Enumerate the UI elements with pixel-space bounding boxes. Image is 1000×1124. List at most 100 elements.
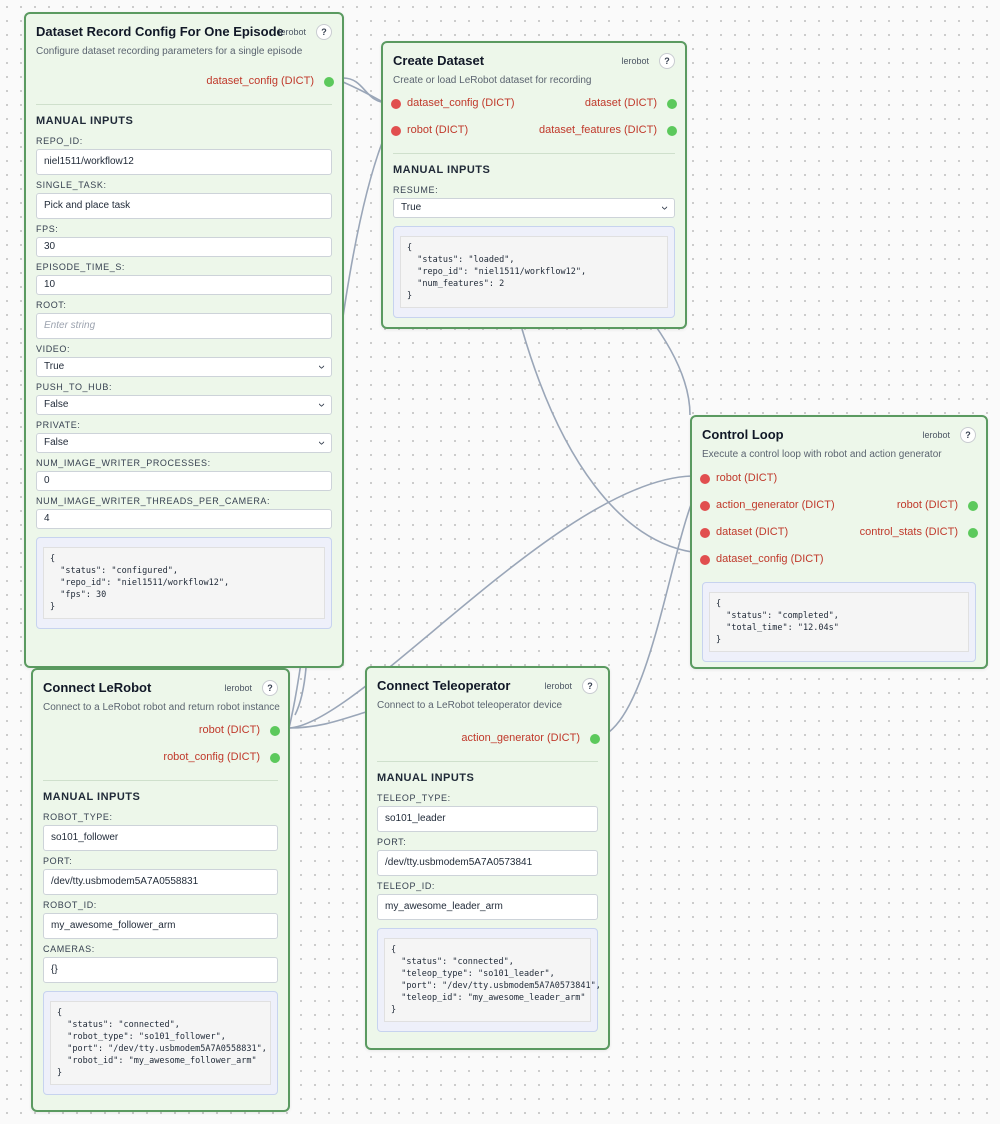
output-port-dot[interactable] (270, 753, 280, 763)
cameras-label: CAMERAS: (43, 944, 95, 954)
node-tag: lerobot (922, 430, 950, 440)
port-label: action_generator (DICT) (461, 732, 580, 744)
fps-label: FPS: (36, 224, 59, 234)
node-dataset-record-config[interactable]: Dataset Record Config For One Episode le… (24, 12, 344, 668)
input-port-dot-dataset-config[interactable] (391, 99, 401, 109)
result-json: { "status": "connected", "teleop_type": … (384, 938, 601, 1022)
node-tag: lerobot (224, 683, 252, 693)
port-row-dataset: dataset (DICT) control_stats (DICT) (692, 520, 986, 547)
node-tag: lerobot (621, 56, 649, 66)
node-control-loop[interactable]: Control Loop lerobot ? Execute a control… (690, 415, 988, 669)
robot-id-input[interactable]: my_awesome_follower_arm (43, 913, 278, 939)
help-icon[interactable]: ? (316, 24, 332, 40)
node-tag: lerobot (278, 27, 306, 37)
robot-id-label: ROBOT_ID: (43, 900, 97, 910)
output-port-dot[interactable] (324, 77, 334, 87)
node-description: Connect to a LeRobot robot and return ro… (43, 702, 280, 713)
num-image-writer-processes-label: NUM_IMAGE_WRITER_PROCESSES: (36, 458, 211, 468)
root-label: ROOT: (36, 300, 67, 310)
node-connect-teleoperator[interactable]: Connect Teleoperator lerobot ? Connect t… (365, 666, 610, 1050)
resume-label: RESUME: (393, 185, 439, 195)
port-row-robot: robot (DICT) (692, 466, 986, 493)
robot-type-label: ROBOT_TYPE: (43, 812, 113, 822)
port-input[interactable]: /dev/tty.usbmodem5A7A0558831 (43, 869, 278, 895)
manual-inputs-heading: MANUAL INPUTS (377, 772, 475, 784)
robot-type-input[interactable]: so101_follower (43, 825, 278, 851)
input-port-label: dataset_config (DICT) (716, 553, 824, 565)
result-panel: { "status": "completed", "total_time": "… (702, 582, 976, 662)
node-connect-lerobot[interactable]: Connect LeRobot lerobot ? Connect to a L… (31, 668, 290, 1112)
teleop-type-label: TELEOP_TYPE: (377, 793, 451, 803)
manual-inputs-heading: MANUAL INPUTS (36, 115, 134, 127)
help-icon[interactable]: ? (659, 53, 675, 69)
repo-id-input[interactable]: niel1511/workflow12 (36, 149, 332, 175)
port-input[interactable]: /dev/tty.usbmodem5A7A0573841 (377, 850, 598, 876)
result-panel: { "status": "configured", "repo_id": "ni… (36, 537, 332, 629)
help-icon[interactable]: ? (582, 678, 598, 694)
result-json: { "status": "loaded", "repo_id": "niel15… (400, 236, 668, 308)
input-port-dot-robot[interactable] (700, 474, 710, 484)
input-port-label: dataset_config (DICT) (407, 97, 515, 109)
episode-time-input[interactable]: 10 (36, 275, 332, 295)
output-port-label: dataset (DICT) (584, 97, 657, 109)
result-panel: { "status": "connected", "teleop_type": … (377, 928, 601, 1032)
cameras-input[interactable]: {} (43, 957, 278, 983)
video-select[interactable]: True (36, 357, 332, 377)
output-port-dot-robot[interactable] (968, 501, 978, 511)
root-input[interactable]: Enter string (36, 313, 332, 339)
resume-select[interactable]: True (393, 198, 675, 218)
edge-config-to-lerobot[interactable] (294, 667, 307, 716)
num-image-writer-threads-input[interactable]: 4 (36, 509, 332, 529)
num-image-writer-threads-label: NUM_IMAGE_WRITER_THREADS_PER_CAMERA: (36, 496, 271, 506)
result-panel: { "status": "loaded", "repo_id": "niel15… (393, 226, 675, 318)
output-port-label: dataset_features (DICT) (539, 124, 657, 136)
output-port-robot[interactable]: robot (DICT) (33, 718, 288, 745)
episode-time-label: EPISODE_TIME_S: (36, 262, 126, 272)
result-json: { "status": "configured", "repo_id": "ni… (43, 547, 325, 619)
output-port-dot-control-stats[interactable] (968, 528, 978, 538)
edge-action-generator-to-control-loop[interactable] (608, 501, 693, 733)
input-port-dot-dataset[interactable] (700, 528, 710, 538)
output-port-dot[interactable] (270, 726, 280, 736)
single-task-input[interactable]: Pick and place task (36, 193, 332, 219)
video-label: VIDEO: (36, 344, 71, 354)
push-to-hub-label: PUSH_TO_HUB: (36, 382, 113, 392)
private-select[interactable]: False (36, 433, 332, 453)
output-port-label: robot (DICT) (896, 499, 958, 511)
input-port-label: robot (DICT) (716, 472, 778, 484)
output-port-dataset-config[interactable]: dataset_config (DICT) (26, 69, 342, 96)
output-port-dot-dataset[interactable] (667, 99, 677, 109)
node-create-dataset[interactable]: Create Dataset lerobot ? Create or load … (381, 41, 687, 329)
output-port-robot-config[interactable]: robot_config (DICT) (33, 745, 288, 772)
port-label: robot_config (DICT) (163, 751, 260, 763)
teleop-id-label: TELEOP_ID: (377, 881, 436, 891)
fps-input[interactable]: 30 (36, 237, 332, 257)
input-port-dot-robot[interactable] (391, 126, 401, 136)
edge-robot-to-teleop-side[interactable] (288, 711, 367, 729)
help-icon[interactable]: ? (960, 427, 976, 443)
port-label: PORT: (43, 856, 73, 866)
manual-inputs-heading: MANUAL INPUTS (393, 164, 491, 176)
push-to-hub-select[interactable]: False (36, 395, 332, 415)
output-port-action-generator[interactable]: action_generator (DICT) (367, 726, 608, 753)
output-port-dot[interactable] (590, 734, 600, 744)
output-port-dot-dataset-features[interactable] (667, 126, 677, 136)
result-json: { "status": "completed", "total_time": "… (709, 592, 969, 652)
result-panel: { "status": "connected", "robot_type": "… (43, 991, 278, 1095)
node-tag: lerobot (544, 681, 572, 691)
private-label: PRIVATE: (36, 420, 81, 430)
edge-dataset-to-control-loop[interactable] (521, 328, 693, 553)
port-label: robot (DICT) (198, 724, 260, 736)
node-description: Connect to a LeRobot teleoperator device (377, 700, 563, 711)
port-row-action-generator: action_generator (DICT) robot (DICT) (692, 493, 986, 520)
help-icon[interactable]: ? (262, 680, 278, 696)
num-image-writer-processes-input[interactable]: 0 (36, 471, 332, 491)
node-description: Execute a control loop with robot and ac… (702, 449, 942, 460)
input-port-dot-action-generator[interactable] (700, 501, 710, 511)
node-description: Create or load LeRobot dataset for recor… (393, 75, 592, 86)
input-port-dot-dataset-config[interactable] (700, 555, 710, 565)
teleop-type-input[interactable]: so101_leader (377, 806, 598, 832)
output-port-label: control_stats (DICT) (859, 526, 958, 538)
input-port-label: action_generator (DICT) (716, 499, 835, 511)
teleop-id-input[interactable]: my_awesome_leader_arm (377, 894, 598, 920)
